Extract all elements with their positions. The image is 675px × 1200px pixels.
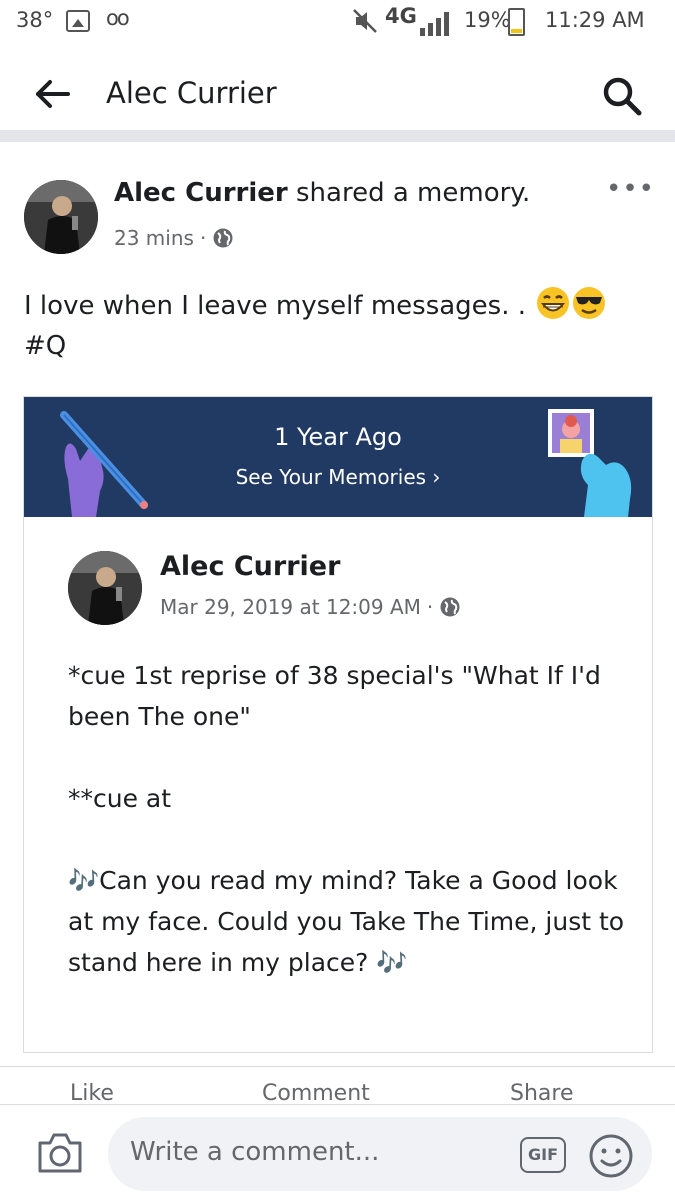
share-button[interactable]: Share <box>510 1081 574 1106</box>
post-text: I love when I leave myself messages. . #… <box>24 286 644 366</box>
post-action-text: shared a memory. <box>296 178 531 208</box>
page-title: Alec Currier <box>106 76 277 110</box>
voicemail-icon: oo <box>106 6 130 30</box>
memory-banner[interactable]: 1 Year Ago See Your Memories › <box>24 397 652 517</box>
post-time[interactable]: 23 mins <box>114 226 194 250</box>
meta-separator: · <box>426 595 434 619</box>
network-type-icon: 4G <box>385 4 417 28</box>
post-meta: 23 mins · <box>114 226 234 250</box>
meta-separator: · <box>199 226 207 250</box>
shared-post-date[interactable]: Mar 29, 2019 at 12:09 AM <box>160 595 421 619</box>
shared-post-avatar[interactable] <box>68 551 142 625</box>
post: Alec Currier shared a memory. 23 mins · … <box>0 154 675 1106</box>
smiling-face-with-sunglasses-emoji <box>572 286 606 320</box>
like-button[interactable]: Like <box>70 1081 114 1106</box>
temperature-text: 38° <box>16 8 54 32</box>
app-header: Alec Currier <box>0 46 675 142</box>
shared-post-paragraph: **cue at <box>68 784 172 813</box>
hand-holding-photo-illustration <box>544 409 644 517</box>
gif-button[interactable]: GIF <box>520 1137 566 1173</box>
shared-post-paragraph: *cue 1st reprise of 38 special's "What I… <box>68 661 601 731</box>
comment-placeholder: Write a comment... <box>130 1137 380 1167</box>
post-action-row: Like Comment Share <box>0 1066 675 1106</box>
avatar[interactable] <box>24 180 98 254</box>
comment-bar: Write a comment... GIF <box>0 1104 675 1200</box>
author-name[interactable]: Alec Currier <box>114 178 288 208</box>
clock: 11:29 AM <box>545 8 645 32</box>
shared-post-paragraph: 🎶Can you read my mind? Take a Good look … <box>68 866 625 977</box>
gallery-icon <box>66 10 90 32</box>
memory-card[interactable]: 1 Year Ago See Your Memories › Alec Curr… <box>23 396 653 1053</box>
smiley-icon[interactable] <box>588 1133 634 1179</box>
post-text-line: I love when I leave myself messages. . <box>24 291 527 321</box>
comment-input[interactable]: Write a comment... GIF <box>108 1117 652 1191</box>
search-icon[interactable] <box>600 74 644 118</box>
battery-icon <box>508 8 525 36</box>
back-arrow-icon[interactable] <box>32 76 72 112</box>
post-header-text: Alec Currier shared a memory. <box>114 178 530 208</box>
globe-icon <box>212 227 234 249</box>
signal-icon <box>418 10 456 41</box>
mute-icon <box>352 8 378 39</box>
more-options-button[interactable]: ••• <box>606 176 655 202</box>
shared-post-text: *cue 1st reprise of 38 special's "What I… <box>68 655 628 983</box>
grinning-face-emoji <box>536 286 570 320</box>
hashtag[interactable]: #Q <box>24 331 66 361</box>
battery-percent: 19% <box>464 8 511 32</box>
shared-post-meta: Mar 29, 2019 at 12:09 AM · <box>160 595 461 619</box>
globe-icon <box>439 596 461 618</box>
comment-button[interactable]: Comment <box>262 1081 370 1106</box>
shared-post-author[interactable]: Alec Currier <box>160 551 340 582</box>
camera-icon[interactable] <box>36 1129 84 1175</box>
status-bar: 38° oo 4G 19% 11:29 AM <box>0 0 675 46</box>
